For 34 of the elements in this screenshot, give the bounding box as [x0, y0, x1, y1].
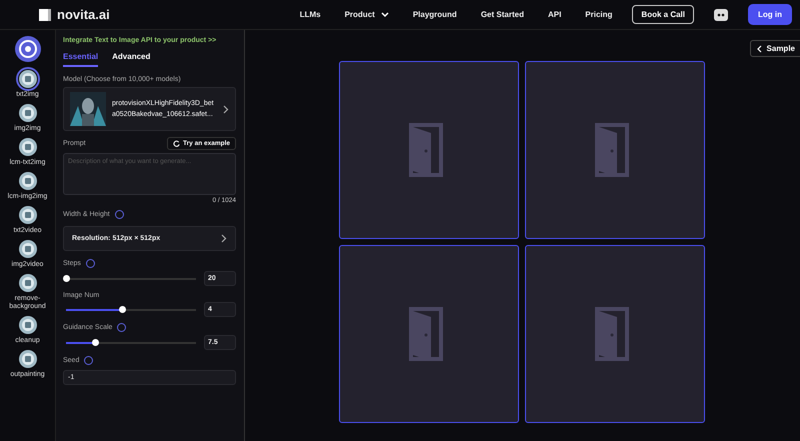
tab[interactable]: Essential [63, 52, 98, 67]
tool-icon [18, 239, 38, 259]
slider-thumb[interactable] [118, 306, 126, 312]
brand-name: novita.ai [57, 7, 110, 22]
tool-icon [18, 273, 38, 293]
chat-icon[interactable] [713, 6, 729, 22]
nav-link[interactable]: LLMs [300, 10, 321, 19]
tool-icon [18, 171, 38, 191]
tool-icon [18, 137, 38, 157]
tool-icon [18, 205, 38, 225]
help-icon[interactable] [117, 323, 126, 332]
nav-link[interactable]: API [548, 10, 562, 19]
tool-icon [18, 69, 38, 89]
help-icon[interactable] [86, 259, 95, 268]
login-button[interactable]: Log in [748, 4, 792, 25]
slider-thumb[interactable] [92, 338, 99, 346]
book-call-button[interactable]: Book a Call [632, 5, 694, 24]
nav-link[interactable]: Product [344, 10, 389, 19]
logo-icon [38, 8, 52, 22]
help-icon[interactable] [84, 356, 94, 365]
refresh-icon [173, 140, 180, 147]
help-icon[interactable] [114, 210, 124, 219]
chevron-left-icon [756, 44, 762, 52]
tab[interactable]: Advanced [112, 52, 150, 67]
slider-thumb[interactable] [63, 274, 70, 282]
chevron-right-icon [221, 234, 227, 243]
chevron-right-icon [223, 104, 229, 114]
sample-button[interactable]: Sample [750, 40, 800, 57]
nav-link[interactable]: Get Started [480, 10, 524, 19]
nav-link[interactable]: Pricing [585, 10, 612, 19]
tool-icon [18, 103, 38, 123]
tool-icon [18, 349, 38, 369]
nav-link[interactable]: Playground [412, 10, 457, 19]
tool-icon [18, 315, 38, 335]
